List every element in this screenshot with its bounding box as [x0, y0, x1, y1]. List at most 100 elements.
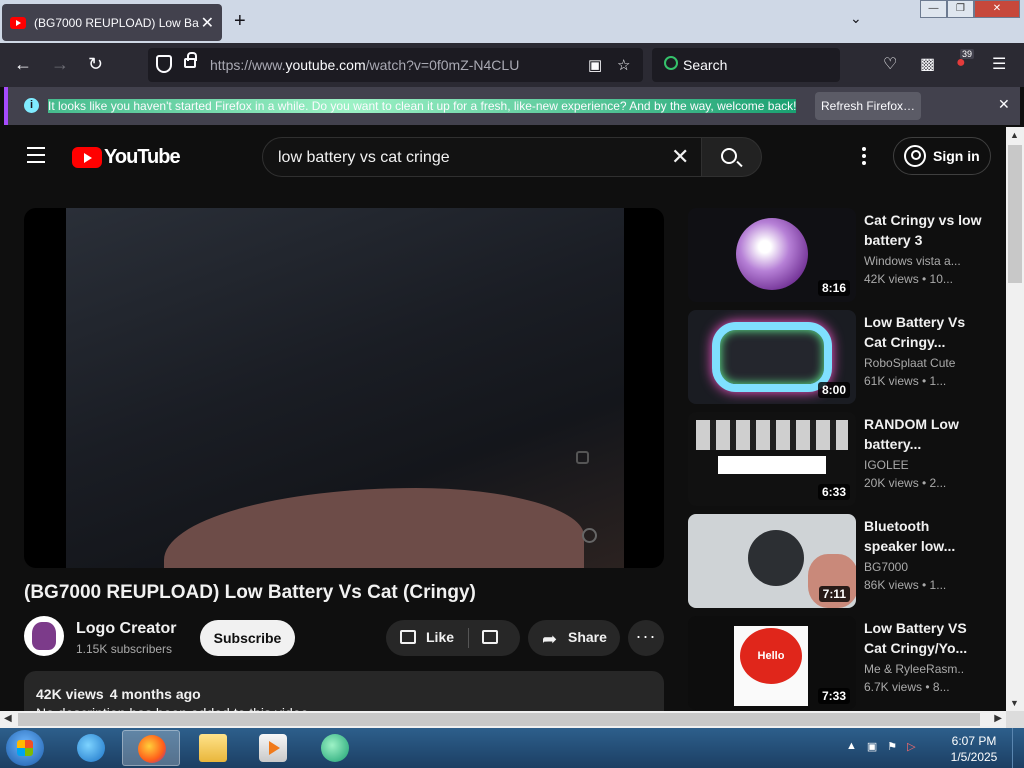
like-label[interactable]: Like: [426, 629, 454, 645]
back-arrow-icon[interactable]: ←: [14, 54, 32, 75]
tab-strip: (BG7000 REUPLOAD) Low Batte ✕ + ⌄ — ❐ ✕: [0, 0, 1024, 43]
related-title[interactable]: Bluetooth speaker low...: [864, 516, 984, 556]
volume-muted-icon[interactable]: ▷: [907, 740, 915, 753]
horizontal-scroll-thumb[interactable]: [18, 713, 980, 726]
reload-icon[interactable]: ↻: [88, 54, 103, 75]
notification-close-icon[interactable]: ✕: [998, 96, 1010, 113]
phone-circle-button-icon: [582, 528, 597, 543]
related-video-item[interactable]: 6:33 RANDOM Low battery... IGOLEE 20K vi…: [688, 412, 988, 506]
like-thumb-icon[interactable]: [400, 630, 416, 644]
url-bar[interactable]: https://www.youtube.com/watch?v=0f0mZ-N4…: [148, 48, 643, 82]
pocket-icon[interactable]: ♡: [883, 54, 897, 74]
subscribe-button[interactable]: Subscribe: [200, 620, 295, 656]
search-engine-icon: [664, 56, 678, 70]
related-meta: 42K views • 10...: [864, 272, 953, 286]
site-lock-icon[interactable]: [184, 52, 197, 68]
channel-avatar[interactable]: [24, 616, 64, 656]
system-clock[interactable]: 6:07 PM 1/5/2025: [946, 733, 1002, 765]
related-thumbnail[interactable]: 8:16: [688, 208, 856, 302]
start-button-windows-icon[interactable]: [6, 730, 44, 766]
extensions-puzzle-icon[interactable]: ▩: [920, 54, 935, 74]
extension-badge-count: 39: [960, 49, 975, 59]
related-video-item[interactable]: 7:11 Bluetooth speaker low... BG7000 86K…: [688, 514, 988, 608]
sign-in-button[interactable]: Sign in: [893, 137, 991, 175]
youtube-play-logo-icon: [72, 147, 102, 168]
duration-badge: 7:33: [817, 688, 850, 704]
network-icon[interactable]: ▣: [867, 740, 877, 753]
channel-name[interactable]: Logo Creator: [76, 620, 176, 638]
scroll-up-arrow-icon[interactable]: ▲: [1010, 130, 1019, 140]
notification-message: It looks like you haven't started Firefo…: [48, 99, 797, 113]
list-all-tabs-chevron-icon[interactable]: ⌄: [850, 10, 862, 27]
related-title[interactable]: Cat Cringy vs low battery 3: [864, 210, 984, 250]
related-meta: 6.7K views • 8...: [864, 680, 950, 694]
related-channel: IGOLEE: [864, 458, 909, 472]
bookmark-star-icon[interactable]: ☆: [617, 56, 630, 74]
info-icon: i: [24, 98, 39, 113]
taskbar-messenger[interactable]: [306, 730, 364, 766]
browser-search-bar[interactable]: Search: [652, 48, 840, 82]
taskbar-file-explorer[interactable]: [184, 730, 242, 766]
related-video-item[interactable]: 8:16 Cat Cringy vs low battery 3 Windows…: [688, 208, 988, 302]
browser-tab-active[interactable]: (BG7000 REUPLOAD) Low Batte ✕: [2, 4, 222, 41]
url-text[interactable]: https://www.youtube.com/watch?v=0f0mZ-N4…: [210, 57, 519, 73]
navigation-toolbar: ← → ↻ https://www.youtube.com/watch?v=0f…: [0, 43, 1024, 87]
more-actions-button[interactable]: ···: [628, 620, 664, 656]
page-horizontal-scrollbar[interactable]: ◀ ▶: [0, 711, 1006, 728]
firefox-notification-bar: i It looks like you haven't started Fire…: [4, 87, 1020, 125]
windows-taskbar: ▲ ▣ ⚑ ▷ 6:07 PM 1/5/2025: [0, 728, 1024, 768]
internet-explorer-icon: [77, 734, 105, 762]
related-meta: 86K views • 1...: [864, 578, 947, 592]
related-video-item[interactable]: 8:00 Low Battery Vs Cat Cringy... RoboSp…: [688, 310, 988, 404]
related-thumbnail[interactable]: 6:33: [688, 412, 856, 506]
refresh-firefox-button[interactable]: Refresh Firefox…: [815, 92, 921, 120]
related-title[interactable]: Low Battery Vs Cat Cringy...: [864, 312, 984, 352]
tab-close-icon[interactable]: ✕: [201, 13, 214, 33]
taskbar-internet-explorer[interactable]: [62, 730, 120, 766]
scroll-right-arrow-icon[interactable]: ▶: [994, 713, 1002, 724]
duration-badge: 8:00: [817, 382, 850, 398]
youtube-favicon-icon: [10, 16, 26, 29]
tray-expand-icon[interactable]: ▲: [846, 740, 857, 753]
window-close-button[interactable]: ✕: [974, 0, 1020, 18]
guide-menu-icon[interactable]: [27, 147, 45, 168]
tracking-protection-shield-icon[interactable]: [156, 55, 172, 73]
search-query-text[interactable]: low battery vs cat cringe: [278, 149, 450, 167]
show-desktop-button[interactable]: [1012, 728, 1024, 768]
video-player[interactable]: [24, 208, 664, 568]
youtube-logo[interactable]: YouTube: [72, 146, 181, 169]
related-thumbnail[interactable]: 8:00: [688, 310, 856, 404]
youtube-search-input[interactable]: low battery vs cat cringe ✕: [262, 137, 702, 177]
folder-icon: [199, 734, 227, 762]
scrollbar-corner: [1006, 711, 1024, 728]
page-vertical-scrollbar[interactable]: ▲ ▼: [1006, 127, 1024, 711]
app-menu-hamburger-icon[interactable]: ☰: [992, 54, 1006, 74]
duration-badge: 6:33: [817, 484, 850, 500]
vertical-scroll-thumb[interactable]: [1008, 145, 1022, 283]
duration-badge: 8:16: [817, 280, 850, 296]
related-title[interactable]: Low Battery VS Cat Cringy/Yo...: [864, 618, 984, 658]
related-channel: Me & RyleeRasm...: [864, 662, 964, 676]
clear-search-icon[interactable]: ✕: [671, 144, 689, 170]
taskbar-firefox[interactable]: [122, 730, 180, 766]
action-center-flag-icon[interactable]: ⚑: [887, 740, 897, 753]
minimize-button[interactable]: —: [920, 0, 947, 18]
clock-time: 6:07 PM: [951, 734, 997, 748]
share-label: Share: [568, 629, 607, 645]
share-button[interactable]: ➦ Share: [528, 620, 620, 656]
scroll-down-arrow-icon[interactable]: ▼: [1010, 698, 1019, 708]
settings-more-icon[interactable]: [862, 147, 866, 168]
related-thumbnail[interactable]: Hello 7:33: [688, 616, 856, 710]
new-tab-button[interactable]: +: [234, 10, 246, 33]
picture-in-picture-icon[interactable]: ▣: [588, 56, 602, 74]
search-button[interactable]: [701, 137, 762, 177]
forward-arrow-icon[interactable]: →: [51, 54, 69, 75]
related-video-item[interactable]: Hello 7:33 Low Battery VS Cat Cringy/Yo..…: [688, 616, 988, 710]
related-title[interactable]: RANDOM Low battery...: [864, 414, 984, 454]
taskbar-media-player[interactable]: [244, 730, 302, 766]
scroll-left-arrow-icon[interactable]: ◀: [4, 713, 12, 724]
restore-button[interactable]: ❐: [947, 0, 974, 18]
dislike-thumb-icon[interactable]: [482, 630, 498, 644]
like-dislike-bar: Like: [386, 620, 520, 656]
related-thumbnail[interactable]: 7:11: [688, 514, 856, 608]
